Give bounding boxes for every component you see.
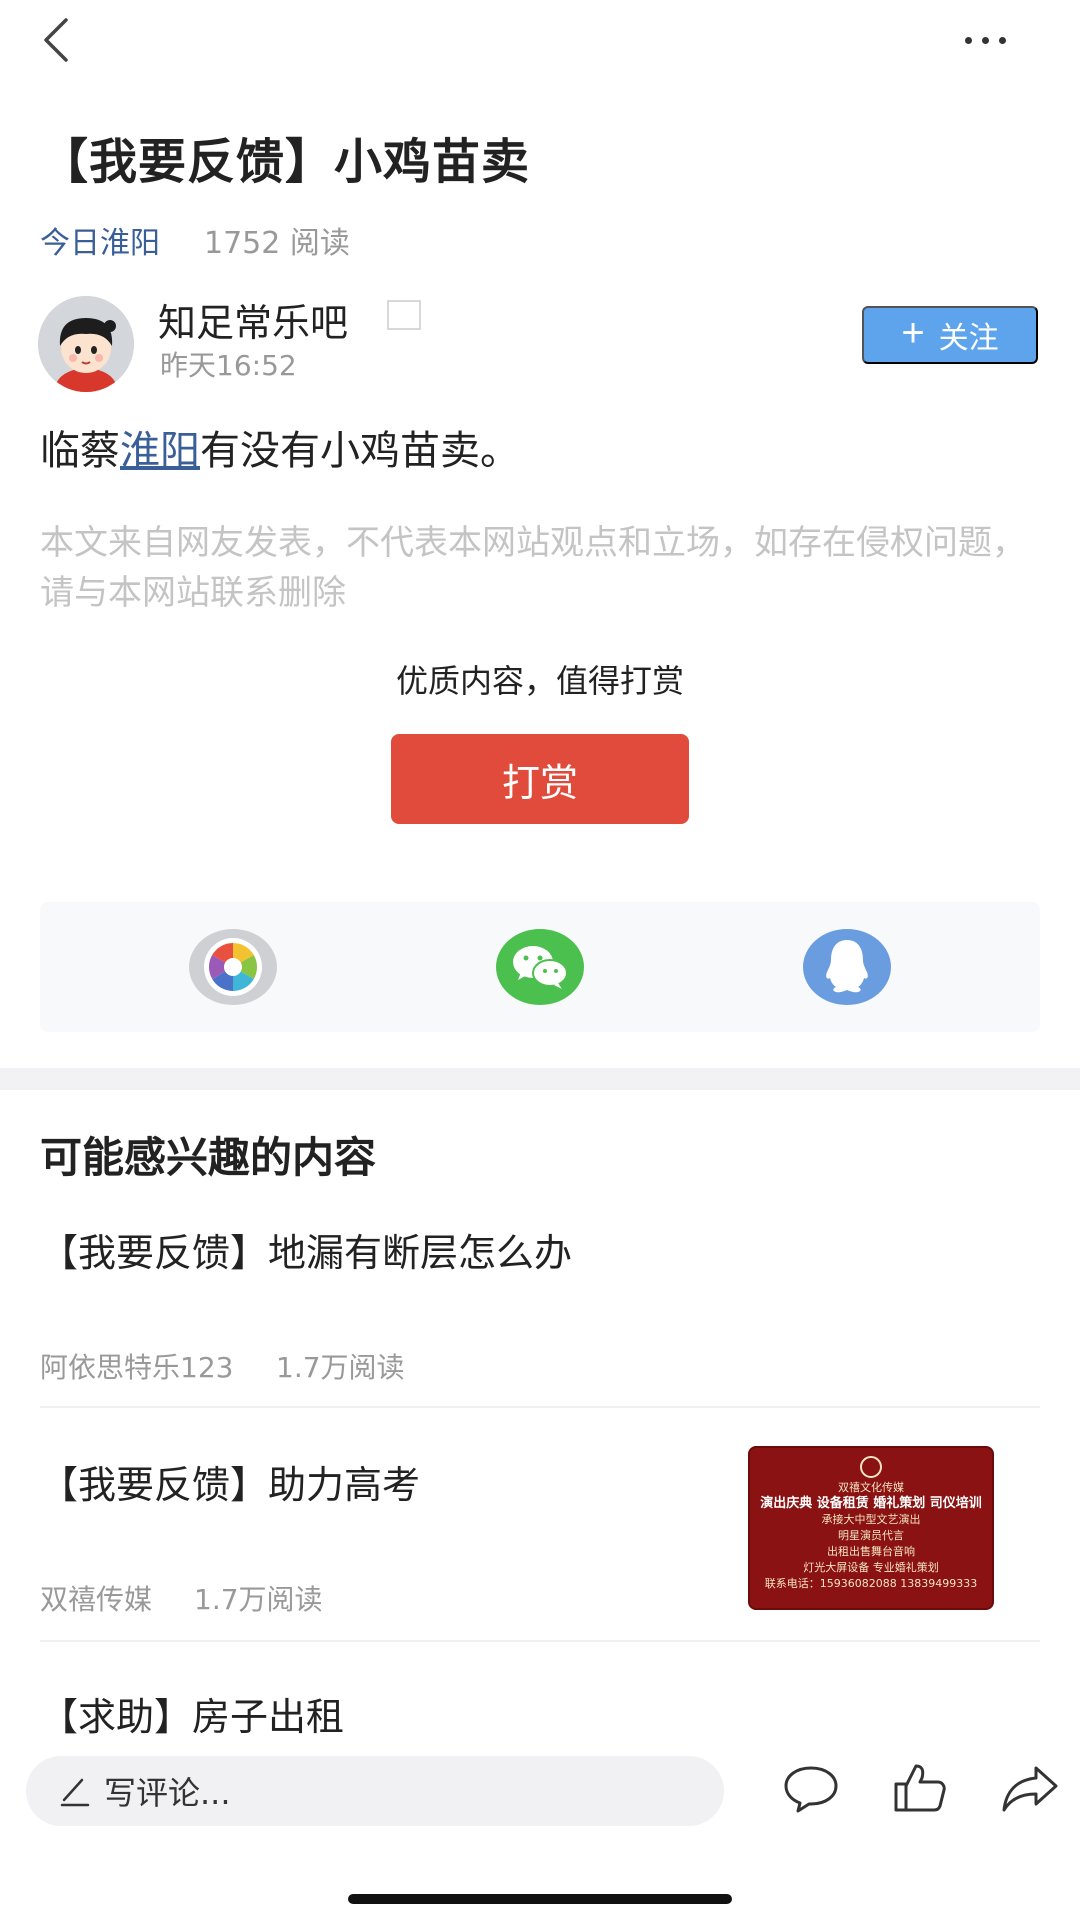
avatar-illustration [38,296,134,392]
recommend-item-reads: 1.7万阅读 [194,1583,323,1616]
thumb-line-2: 承接大中型文艺演出 [821,1513,921,1526]
share-icon[interactable] [1000,1764,1060,1814]
follow-label: 关注 [938,322,999,355]
disclaimer-text: 本文来自网友发表，不代表本网站观点和立场，如存在侵权问题，请与本网站联系删除 [40,523,1026,613]
chevron-left-icon [44,18,68,62]
back-button[interactable] [38,14,78,66]
thumb-line-6: 联系电话：15936082088 13839499333 [764,1577,978,1590]
thumb-line-1: 演出庆典 设备租赁 婚礼策划 司仪培训 [760,1496,982,1511]
pen-icon [60,1778,90,1807]
recommend-item-reads: 1.7万阅读 [276,1351,405,1384]
like-icon[interactable] [892,1760,948,1816]
content-link[interactable]: 淮阳 [120,428,200,474]
thumb-company: 双禧文化传媒 [838,1481,904,1494]
article-source[interactable]: 今日淮阳 [40,218,160,262]
company-logo-icon [860,1456,882,1478]
recommend-section-title: 可能感兴趣的内容 [40,1133,377,1182]
more-button[interactable] [965,30,1015,50]
recommend-item-title[interactable]: 【我要反馈】助力高考 [40,1454,420,1509]
reward-button[interactable]: 打赏 [391,734,689,824]
moments-icon [189,929,277,1005]
wechat-icon [496,929,584,1005]
comment-icon[interactable] [782,1764,840,1814]
author-name[interactable]: 知足常乐吧 [158,292,348,347]
article-reads: 1752 阅读 [204,226,350,261]
thumb-line-5: 灯光大屏设备 专业婚礼策划 [803,1561,939,1574]
recommend-item-author: 双禧传媒 [40,1583,153,1616]
section-divider [0,1068,1080,1090]
share-wechat-button[interactable] [495,926,585,1008]
recommend-item-author: 阿依思特乐123 [40,1351,234,1384]
more-horizontal-icon [965,37,972,44]
list-divider [40,1406,1040,1408]
reward-tip: 优质内容，值得打赏 [395,662,684,700]
thumb-line-3: 明星演员代言 [838,1529,904,1542]
list-divider [40,1640,1040,1642]
recommend-item-title[interactable]: 【求助】房子出租 [40,1686,344,1741]
content-text-start: 临蔡 [40,428,120,474]
post-time: 昨天16:52 [160,349,297,382]
recommend-item-thumbnail[interactable]: 双禧文化传媒 演出庆典 设备租赁 婚礼策划 司仪培训 承接大中型文艺演出 明星演… [748,1446,994,1610]
content-text-end: 有没有小鸡苗卖。 [200,428,520,474]
share-panel [40,902,1040,1032]
plus-icon: + [901,311,925,355]
article-title: 【我要反馈】小鸡苗卖 [40,134,531,190]
home-indicator [348,1894,732,1904]
share-moments-button[interactable] [188,926,278,1008]
article-content: 临蔡淮阳有没有小鸡苗卖。 [40,418,520,476]
qq-icon [803,929,891,1005]
follow-button[interactable]: + 关注 [862,306,1038,364]
author-badge-icon [387,300,421,330]
author-avatar[interactable] [38,296,134,392]
comment-placeholder[interactable]: 写评论... [104,1768,231,1814]
recommend-item-title[interactable]: 【我要反馈】地漏有断层怎么办 [40,1222,572,1277]
thumb-line-4: 出租出售舞台音响 [827,1545,915,1558]
share-qq-button[interactable] [802,926,892,1008]
